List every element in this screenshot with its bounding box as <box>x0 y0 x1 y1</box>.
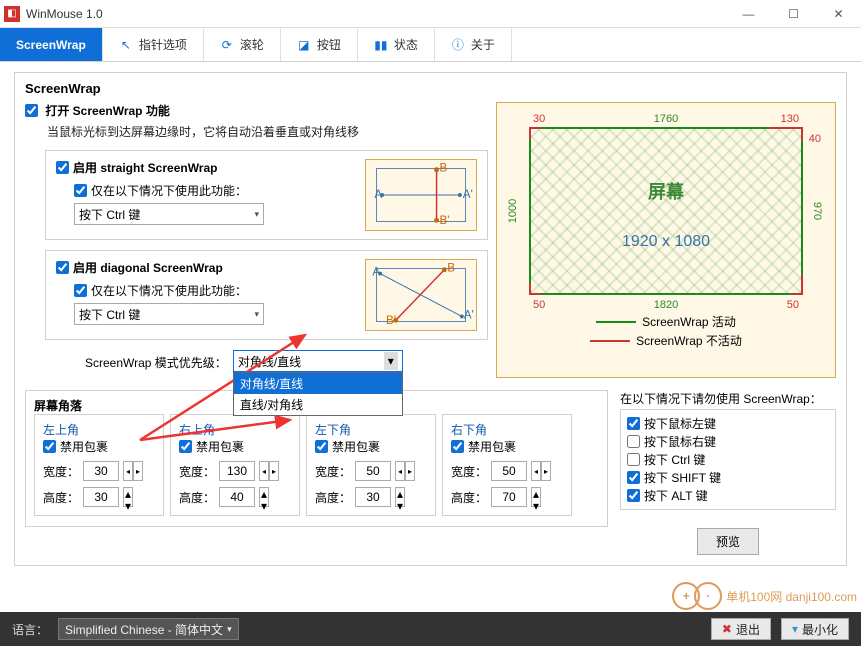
tab-wheel[interactable]: ⟳滚轮 <box>204 28 281 61</box>
avoid-item[interactable]: 按下鼠标左键 <box>627 415 829 432</box>
titlebar: ◧ WinMouse 1.0 — ☐ ✕ <box>0 0 861 28</box>
priority-option-0[interactable]: 对角线/直线 <box>234 373 402 394</box>
bottom-bar: 语言： Simplified Chinese - 简体中文▾ ✖退出 ▾最小化 <box>0 612 861 646</box>
svg-text:A: A <box>372 266 380 279</box>
corner-bottom-left: 左下角禁用包裹宽度：50◂▸高度：30▴▾ <box>306 414 436 516</box>
height-input[interactable]: 30 <box>355 487 391 507</box>
priority-dropdown[interactable]: 对角线/直线▾ 对角线/直线 直线/对角线 <box>233 350 403 372</box>
straight-combo[interactable]: 按下 Ctrl 键▾ <box>74 203 264 225</box>
priority-label: ScreenWrap 模式优先级： <box>85 350 227 371</box>
avoid-item[interactable]: 按下 SHIFT 键 <box>627 469 829 486</box>
corner-top-left: 左上角禁用包裹宽度：30◂▸高度：30▴▾ <box>34 414 164 516</box>
width-stepper[interactable]: ◂▸ <box>395 461 415 481</box>
corner-disable[interactable]: 禁用包裹 <box>43 440 108 454</box>
screen-label: 屏幕 <box>531 178 801 204</box>
pointer-icon: ↖ <box>119 38 133 52</box>
status-icon: ▮▮ <box>374 38 388 52</box>
diagonal-box: 启用 diagonal ScreenWrap 仅在以下情况下使用此功能： 按下 … <box>45 250 488 340</box>
screen-resolution: 1920 x 1080 <box>531 233 801 251</box>
straight-thumbnail: A A' B B' <box>365 159 477 231</box>
width-stepper[interactable]: ◂▸ <box>123 461 143 481</box>
avoid-item[interactable]: 按下 Ctrl 键 <box>627 451 829 468</box>
width-input[interactable]: 130 <box>219 461 255 481</box>
tab-bar: ScreenWrap ↖指针选项 ⟳滚轮 ◪按钮 ▮▮状态 ⓘ关于 <box>0 28 861 62</box>
straight-box: 启用 straight ScreenWrap 仅在以下情况下使用此功能： 按下 … <box>45 150 488 240</box>
app-icon: ◧ <box>4 6 20 22</box>
width-input[interactable]: 30 <box>83 461 119 481</box>
svg-text:A': A' <box>464 308 474 321</box>
enable-straight[interactable]: 启用 straight ScreenWrap <box>56 161 217 175</box>
tab-status[interactable]: ▮▮状态 <box>358 28 435 61</box>
info-icon: ⓘ <box>451 38 465 52</box>
minimize-button[interactable]: — <box>726 0 771 28</box>
height-stepper[interactable]: ▴▾ <box>531 487 541 507</box>
diagonal-combo[interactable]: 按下 Ctrl 键▾ <box>74 303 264 325</box>
description: 当鼠标光标到达屏幕边缘时，它将自动沿着垂直或对角线移 <box>47 123 488 140</box>
svg-text:B': B' <box>439 214 449 227</box>
screen-preview: 屏幕 1920 x 1080 30 1760 130 1000 40 970 5… <box>496 102 836 378</box>
avoid-title: 在以下情况下请勿使用 ScreenWrap： <box>620 390 836 407</box>
height-stepper[interactable]: ▴▾ <box>123 487 133 507</box>
height-input[interactable]: 30 <box>83 487 119 507</box>
corner-disable[interactable]: 禁用包裹 <box>451 440 516 454</box>
height-stepper[interactable]: ▴▾ <box>395 487 405 507</box>
svg-text:B': B' <box>386 314 396 327</box>
exit-button[interactable]: ✖退出 <box>711 618 771 640</box>
svg-text:A': A' <box>463 188 473 201</box>
window-title: WinMouse 1.0 <box>26 7 726 21</box>
preview-button[interactable]: 预览 <box>697 528 759 555</box>
enable-screenwrap-checkbox[interactable] <box>25 104 38 117</box>
screenwrap-group: ScreenWrap 打开 ScreenWrap 功能 当鼠标光标到达屏幕边缘时… <box>14 72 847 566</box>
group-title: ScreenWrap <box>25 81 836 96</box>
width-input[interactable]: 50 <box>491 461 527 481</box>
priority-option-1[interactable]: 直线/对角线 <box>234 394 402 415</box>
language-select[interactable]: Simplified Chinese - 简体中文▾ <box>58 618 239 640</box>
height-stepper[interactable]: ▴▾ <box>259 487 269 507</box>
maximize-button[interactable]: ☐ <box>771 0 816 28</box>
corner-top-right: 右上角禁用包裹宽度：130◂▸高度：40▴▾ <box>170 414 300 516</box>
tab-screenwrap[interactable]: ScreenWrap <box>0 28 103 61</box>
avoid-item[interactable]: 按下鼠标右键 <box>627 433 829 450</box>
close-button[interactable]: ✕ <box>816 0 861 28</box>
chevron-down-icon: ▾ <box>254 209 259 220</box>
height-input[interactable]: 40 <box>219 487 255 507</box>
watermark: +· 单机100网 danji100.com <box>672 582 857 610</box>
chevron-down-icon: ▾ <box>254 309 259 320</box>
enable-diagonal[interactable]: 启用 diagonal ScreenWrap <box>56 261 223 275</box>
tab-pointer[interactable]: ↖指针选项 <box>103 28 204 61</box>
lang-label: 语言： <box>12 621 48 638</box>
svg-text:B: B <box>447 262 455 275</box>
tab-about[interactable]: ⓘ关于 <box>435 28 512 61</box>
tab-buttons[interactable]: ◪按钮 <box>281 28 358 61</box>
svg-text:A: A <box>374 188 382 201</box>
width-stepper[interactable]: ◂▸ <box>531 461 551 481</box>
wheel-icon: ⟳ <box>220 38 234 52</box>
diagonal-only-when[interactable]: 仅在以下情况下使用此功能： <box>74 284 247 298</box>
avoid-item[interactable]: 按下 ALT 键 <box>627 487 829 504</box>
priority-dropdown-list: 对角线/直线 直线/对角线 <box>233 372 403 416</box>
diagonal-thumbnail: A A' B B' <box>365 259 477 331</box>
avoid-list: 按下鼠标左键按下鼠标右键按下 Ctrl 键按下 SHIFT 键按下 ALT 键 <box>620 409 836 510</box>
chevron-down-icon: ▾ <box>384 352 398 370</box>
height-input[interactable]: 70 <box>491 487 527 507</box>
corner-bottom-right: 右下角禁用包裹宽度：50◂▸高度：70▴▾ <box>442 414 572 516</box>
svg-text:B: B <box>439 162 447 175</box>
enable-screenwrap[interactable]: 打开 ScreenWrap 功能 <box>25 104 170 118</box>
straight-only-when[interactable]: 仅在以下情况下使用此功能： <box>74 184 247 198</box>
corner-disable[interactable]: 禁用包裹 <box>315 440 380 454</box>
corner-disable[interactable]: 禁用包裹 <box>179 440 244 454</box>
width-input[interactable]: 50 <box>355 461 391 481</box>
width-stepper[interactable]: ◂▸ <box>259 461 279 481</box>
button-icon: ◪ <box>297 38 311 52</box>
minimize-app-button[interactable]: ▾最小化 <box>781 618 849 640</box>
